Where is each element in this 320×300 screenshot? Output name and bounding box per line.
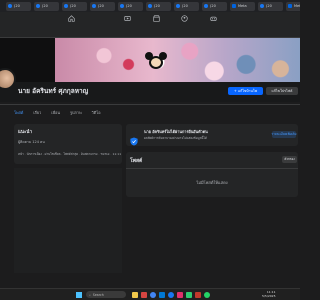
windows-start-icon[interactable]: [76, 292, 82, 298]
search-placeholder: Search: [92, 292, 104, 297]
facebook-favicon-icon: [36, 4, 40, 8]
windows-taskbar: ⌕ Search 11:11 5/5/2025: [0, 288, 300, 300]
facebook-favicon-icon: [148, 4, 152, 8]
left-column-empty: [14, 168, 122, 273]
followers-count[interactable]: ผู้ติดตาม 124 คน: [18, 139, 45, 145]
search-icon: ⌕: [89, 292, 91, 297]
primary-action-button[interactable]: + แก้ไขบ้านโพ: [228, 87, 263, 95]
profile-name: นาย อัครินทร์ ศุภกุลหาญ: [18, 87, 89, 95]
tab-friends[interactable]: เพื่อน: [51, 110, 60, 116]
taskbar-search-input[interactable]: ⌕ Search: [86, 291, 126, 298]
facebook-top-nav: [0, 12, 300, 38]
facebook-favicon-icon: [120, 4, 124, 8]
shield-icon: [130, 131, 138, 146]
groups-icon[interactable]: [181, 15, 188, 22]
browser-tab[interactable]: (20: [202, 1, 227, 11]
avatar[interactable]: [0, 68, 16, 90]
empty-posts-message: ไม่มีโพสต์ให้แสดง: [196, 180, 228, 185]
divider: [126, 168, 298, 169]
browser-tab-label: Meta: [238, 4, 247, 8]
browser-tab[interactable]: (20: [174, 1, 199, 11]
app-icon-red[interactable]: [141, 292, 147, 298]
chrome-icon[interactable]: [150, 292, 156, 298]
app-icon-green[interactable]: [186, 292, 192, 298]
plus-icon: +: [233, 89, 237, 93]
browser-tab-label: (20: [14, 4, 20, 8]
facebook-favicon-icon: [260, 4, 264, 8]
filter-button[interactable]: ตัวกรอง: [282, 156, 297, 163]
browser-tab[interactable]: (20: [90, 1, 115, 11]
mickey-plush-icon: [145, 52, 167, 70]
facebook-favicon-icon: [204, 4, 208, 8]
gaming-icon[interactable]: [210, 15, 217, 22]
facebook-favicon-icon: [176, 4, 180, 8]
browser-tab[interactable]: (20: [146, 1, 171, 11]
tab-photos[interactable]: รูปภาพ: [70, 110, 82, 116]
browser-tab-label: (20: [42, 4, 48, 8]
home-icon[interactable]: [68, 15, 75, 22]
edit-profile-button[interactable]: แก้ไขโปรไฟล์: [266, 87, 298, 95]
browser-tab[interactable]: Meta: [286, 1, 300, 11]
app-icon-maroon[interactable]: [195, 292, 201, 298]
browser-tab[interactable]: (20: [6, 1, 31, 11]
browser-tab[interactable]: Meta: [230, 1, 255, 11]
clock-date: 5/5/2025: [262, 293, 276, 298]
intro-card: แนะนำ ผู้ติดตาม 124 คน หน้า · นักการเมือ…: [14, 124, 122, 164]
intro-details: หน้า · นักการเมือง · ผ่านโซเชียล · โพสต์…: [18, 152, 122, 156]
tab-videos[interactable]: วิดีโอ: [92, 110, 101, 116]
browser-tab-label: (20: [126, 4, 132, 8]
primary-action-label: แก้ไขบ้านโพ: [237, 89, 258, 93]
browser-tab-label: (20: [70, 4, 76, 8]
cover-photo-area: [0, 38, 300, 82]
browser-tab-label: (20: [210, 4, 216, 8]
facebook-favicon-icon: [92, 4, 96, 8]
browser-tab-label: (20: [182, 4, 188, 8]
file-explorer-icon[interactable]: [132, 292, 138, 298]
browser-tab-label: (20: [98, 4, 104, 8]
edge-icon[interactable]: [159, 292, 165, 298]
browser-tab-label: (20: [266, 4, 272, 8]
app-icon-pink[interactable]: [177, 292, 183, 298]
browser-tab[interactable]: (20: [258, 1, 283, 11]
line-app-icon[interactable]: [204, 292, 210, 298]
edit-profile-label: แก้ไขโปรไฟล์: [271, 89, 293, 93]
notice-subtitle: ผลลัพธ์การค้นหาบางอย่างอาจไม่แสดงข้อมูลน…: [144, 136, 207, 140]
tab-about[interactable]: เกี่ยว: [33, 110, 41, 116]
browser-tab[interactable]: (20: [118, 1, 143, 11]
system-clock[interactable]: 11:11 5/5/2025: [262, 290, 276, 298]
profile-tabs: โพสต์ เกี่ยว เพื่อน รูปภาพ วิดีโอ: [0, 104, 300, 120]
facebook-favicon-icon: [64, 4, 68, 8]
marketplace-icon[interactable]: [153, 15, 160, 22]
meta-favicon-icon: [232, 4, 236, 8]
tab-posts[interactable]: โพสต์: [14, 110, 23, 116]
browser-tab-label: Meta: [294, 4, 300, 8]
learn-more-button[interactable]: รายละเอียดเพิ่มเติม: [272, 131, 296, 138]
posts-card: โพสต์ ตัวกรอง ไม่มีโพสต์ให้แสดง: [126, 152, 298, 197]
meta-favicon-icon: [288, 4, 292, 8]
browser-tab[interactable]: (20: [34, 1, 59, 11]
browser-tab-label: (20: [154, 4, 160, 8]
intro-title: แนะนำ: [18, 130, 32, 135]
facebook-app-icon[interactable]: [168, 292, 174, 298]
cover-photo[interactable]: [55, 38, 300, 82]
browser-tab-strip: (20(20(20(20(20(20(20(20Meta(20MetaMeta: [0, 0, 300, 12]
notice-title: นาย อัครินทร์ไม่ได้ผ่านการยืนยันตัวตน: [144, 129, 208, 134]
verification-notice-card: นาย อัครินทร์ไม่ได้ผ่านการยืนยันตัวตน ผล…: [126, 124, 298, 146]
browser-tab[interactable]: (20: [62, 1, 87, 11]
facebook-favicon-icon: [8, 4, 12, 8]
posts-title: โพสต์: [130, 158, 143, 164]
video-icon[interactable]: [124, 15, 131, 22]
